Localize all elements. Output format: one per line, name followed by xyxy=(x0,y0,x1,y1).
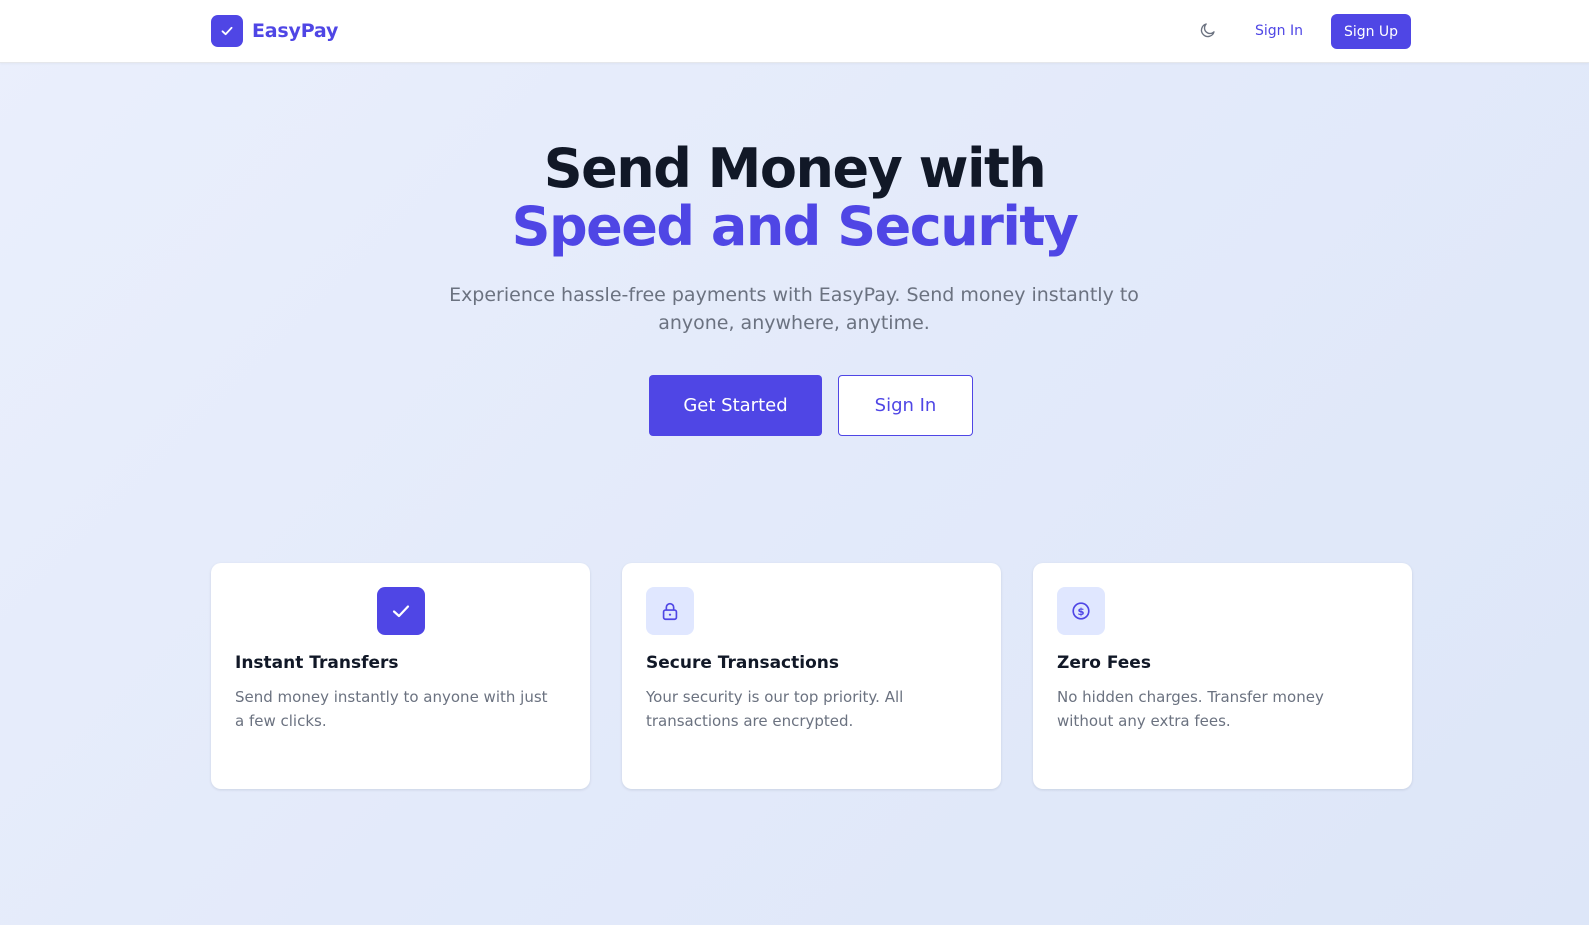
theme-toggle-button[interactable] xyxy=(1195,19,1221,45)
nav-signin-link[interactable]: Sign In xyxy=(1246,14,1312,48)
feature-title: Secure Transactions xyxy=(646,653,839,673)
svg-text:$: $ xyxy=(1077,607,1084,618)
feature-description: Your security is our top priority. All t… xyxy=(646,688,904,730)
feature-card-secure-transactions: Secure Transactions Your security is our… xyxy=(622,563,1001,789)
feature-card-zero-fees: $ Zero Fees No hidden charges. Transfer … xyxy=(1033,563,1412,789)
dollar-icon: $ xyxy=(1057,587,1105,635)
get-started-button[interactable]: Get Started xyxy=(649,375,822,436)
hero-title: Send Money with Speed and Security xyxy=(0,140,1589,256)
feature-description: Send money instantly to anyone with just… xyxy=(235,688,548,730)
nav-signup-button[interactable]: Sign Up xyxy=(1331,14,1411,49)
lock-icon xyxy=(646,587,694,635)
check-icon xyxy=(211,15,243,47)
check-icon xyxy=(377,587,425,635)
hero-title-line1: Send Money with xyxy=(543,137,1047,200)
top-navbar: EasyPay Sign In Sign Up xyxy=(0,0,1589,63)
hero-signin-button[interactable]: Sign In xyxy=(838,375,973,436)
feature-description: No hidden charges. Transfer money withou… xyxy=(1057,688,1324,730)
moon-icon xyxy=(1199,21,1217,43)
feature-title: Instant Transfers xyxy=(235,653,399,673)
brand-logo-link[interactable]: EasyPay xyxy=(211,15,338,47)
feature-card-instant-transfers: Instant Transfers Send money instantly t… xyxy=(211,563,590,789)
feature-title: Zero Fees xyxy=(1057,653,1151,673)
brand-name: EasyPay xyxy=(252,20,339,42)
hero-subtitle: Experience hassle-free payments with Eas… xyxy=(449,284,1139,334)
hero-title-line2: Speed and Security xyxy=(511,195,1079,258)
